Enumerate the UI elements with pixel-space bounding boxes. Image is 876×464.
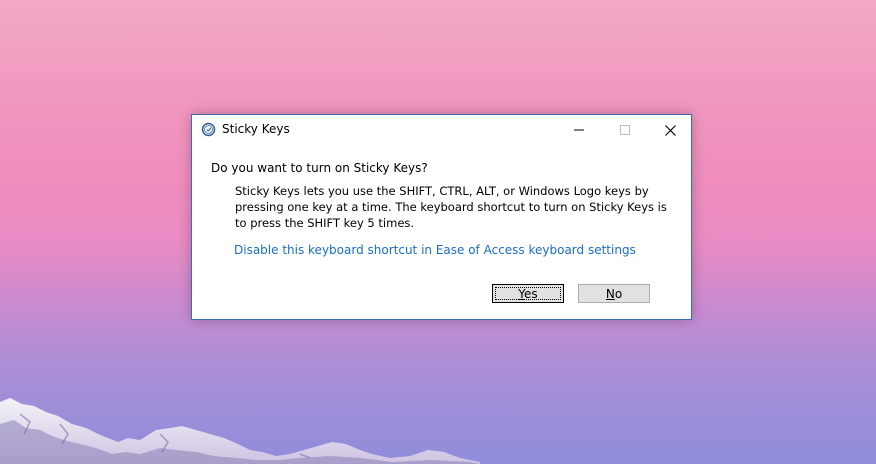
maximize-icon xyxy=(620,125,630,135)
wallpaper-mountains xyxy=(0,398,480,464)
dialog-title: Sticky Keys xyxy=(222,122,290,136)
no-button-label: No xyxy=(605,286,623,301)
maximize-button[interactable] xyxy=(602,115,648,145)
dialog-question: Do you want to turn on Sticky Keys? xyxy=(211,161,428,175)
minimize-icon xyxy=(574,129,584,131)
yes-button[interactable]: Yes xyxy=(492,284,564,303)
close-icon xyxy=(664,124,676,136)
close-button[interactable] xyxy=(647,115,693,145)
disable-shortcut-link[interactable]: Disable this keyboard shortcut in Ease o… xyxy=(234,243,636,257)
title-bar[interactable]: Sticky Keys xyxy=(192,115,691,145)
dialog-description: Sticky Keys lets you use the SHIFT, CTRL… xyxy=(235,184,667,230)
yes-button-label: Yes xyxy=(518,286,538,301)
no-button[interactable]: No xyxy=(578,284,650,303)
minimize-button[interactable] xyxy=(556,115,602,145)
ease-of-access-icon xyxy=(201,122,216,137)
sticky-keys-dialog: Sticky Keys Do you want to turn on Stick… xyxy=(191,114,692,320)
